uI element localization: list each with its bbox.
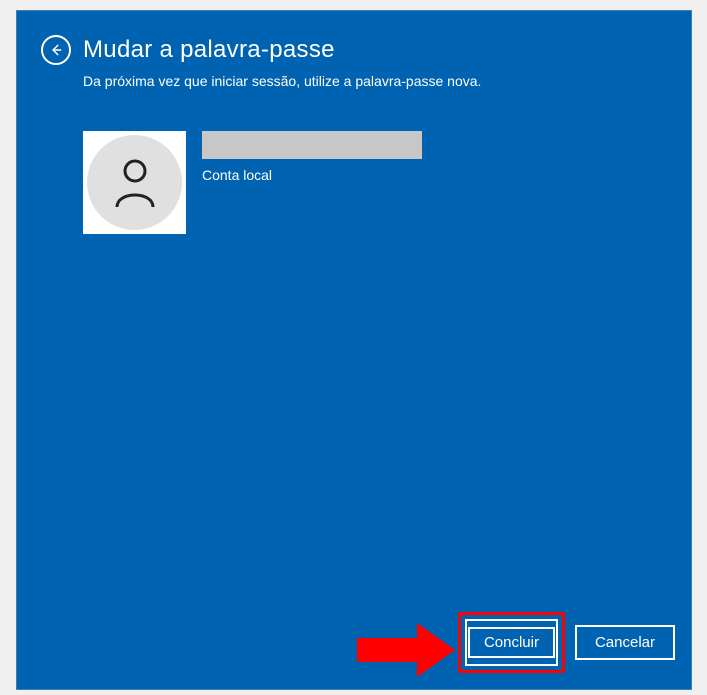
dialog-header: Mudar a palavra-passe [17,11,691,69]
username-field[interactable] [202,131,422,159]
user-meta: Conta local [202,131,422,183]
annotation-arrow-icon [357,623,467,675]
person-icon [111,157,159,209]
back-arrow-icon [49,43,63,57]
avatar-placeholder [87,135,182,230]
avatar [83,131,186,234]
finish-button[interactable]: Concluir [468,627,555,658]
finish-button-outer[interactable]: Concluir [465,619,558,666]
page-title: Mudar a palavra-passe [83,36,335,64]
dialog-footer: Concluir Cancelar [458,612,675,673]
cancel-button[interactable]: Cancelar [575,625,675,660]
change-password-dialog: Mudar a palavra-passe Da próxima vez que… [16,10,692,690]
account-type-label: Conta local [202,167,422,183]
back-button[interactable] [41,35,71,65]
user-section: Conta local [17,89,691,234]
annotation-highlight: Concluir [458,612,565,673]
page-subtitle: Da próxima vez que iniciar sessão, utili… [17,69,691,89]
